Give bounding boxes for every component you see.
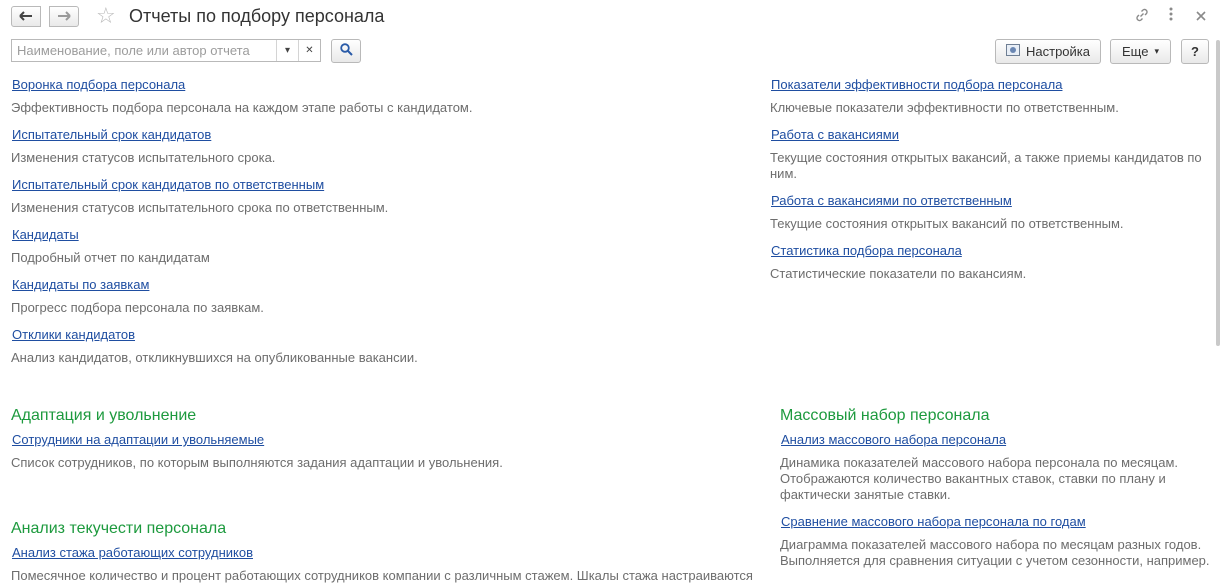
report-link[interactable]: Показатели эффективности подбора персона… — [771, 77, 1062, 92]
group-title-adaptation: Адаптация и увольнение — [11, 407, 197, 424]
report-link[interactable]: Анализ массового набора персонала — [781, 432, 1006, 447]
report-description: Список сотрудников, по которым выполняют… — [11, 455, 503, 470]
report-link[interactable]: Кандидаты — [12, 227, 79, 242]
settings-button[interactable]: Настройка — [995, 39, 1101, 64]
report-description: Диаграмма показателей массового набора п… — [780, 537, 1210, 568]
report-description: Помесячное количество и процент работающ… — [11, 568, 753, 583]
link-icon[interactable] — [1134, 7, 1150, 26]
report-link[interactable]: Воронка подбора персонала — [12, 77, 185, 92]
report-link[interactable]: Сравнение массового набора персонала по … — [781, 514, 1086, 529]
scrollbar[interactable] — [1216, 40, 1220, 346]
report-link[interactable]: Сотрудники на адаптации и увольняемые — [12, 432, 264, 447]
search-button[interactable] — [331, 39, 361, 63]
report-description: Анализ кандидатов, откликнувшихся на опу… — [11, 350, 418, 365]
favorite-star-icon[interactable]: ☆ — [96, 5, 116, 27]
back-button[interactable] — [11, 6, 41, 27]
search-input[interactable] — [12, 40, 276, 61]
chevron-down-icon: ▾ — [1154, 46, 1159, 56]
search-dropdown-button[interactable]: ▾ — [276, 40, 298, 61]
more-button[interactable]: Еще ▾ — [1110, 39, 1171, 64]
search-clear-button[interactable]: ✕ — [298, 40, 320, 61]
report-link[interactable]: Кандидаты по заявкам — [12, 277, 149, 292]
help-label: ? — [1191, 44, 1199, 59]
group-title-turnover: Анализ текучести персонала — [11, 520, 227, 537]
report-description: Статистические показатели по вакансиям. — [770, 266, 1027, 281]
report-description: Прогресс подбора персонала по заявкам. — [11, 300, 264, 315]
report-link[interactable]: Статистика подбора персонала — [771, 243, 962, 258]
report-description: Подробный отчет по кандидатам — [11, 250, 210, 265]
close-icon[interactable] — [1196, 8, 1206, 24]
search-field[interactable]: ▾ ✕ — [11, 39, 321, 62]
settings-label: Настройка — [1026, 44, 1090, 59]
report-description: Изменения статусов испытательного срока … — [11, 200, 389, 215]
report-description: Текущие состояния открытых вакансий по о… — [770, 216, 1124, 231]
report-description: Ключевые показатели эффективности по отв… — [770, 100, 1119, 115]
report-link[interactable]: Отклики кандидатов — [12, 327, 135, 342]
report-link[interactable]: Работа с вакансиями по ответственным — [771, 193, 1012, 208]
report-description: Изменения статусов испытательного срока. — [11, 150, 276, 165]
clear-x-icon: ✕ — [305, 45, 314, 56]
report-description: Динамика показателей массового набора пе… — [780, 455, 1179, 502]
help-button[interactable]: ? — [1181, 39, 1209, 64]
report-description: Эффективность подбора персонала на каждо… — [11, 100, 473, 115]
dropdown-arrow-icon: ▾ — [284, 45, 291, 56]
report-link[interactable]: Испытательный срок кандидатов по ответст… — [12, 177, 324, 192]
page-title: Отчеты по подбору персонала — [129, 6, 385, 26]
arrow-right-icon — [57, 9, 71, 24]
settings-icon — [1006, 44, 1020, 59]
report-link[interactable]: Работа с вакансиями — [771, 127, 899, 142]
report-description: Текущие состояния открытых вакансий, а т… — [770, 150, 1202, 181]
group-title-mass-recruitment: Массовый набор персонала — [780, 407, 990, 424]
more-vertical-icon[interactable] — [1168, 6, 1174, 25]
report-link[interactable]: Испытательный срок кандидатов — [12, 127, 211, 142]
report-link[interactable]: Анализ стажа работающих сотрудников — [12, 545, 253, 560]
arrow-left-icon — [19, 9, 33, 24]
forward-button[interactable] — [49, 6, 79, 27]
more-label: Еще — [1122, 44, 1149, 59]
magnifier-icon — [339, 43, 353, 59]
